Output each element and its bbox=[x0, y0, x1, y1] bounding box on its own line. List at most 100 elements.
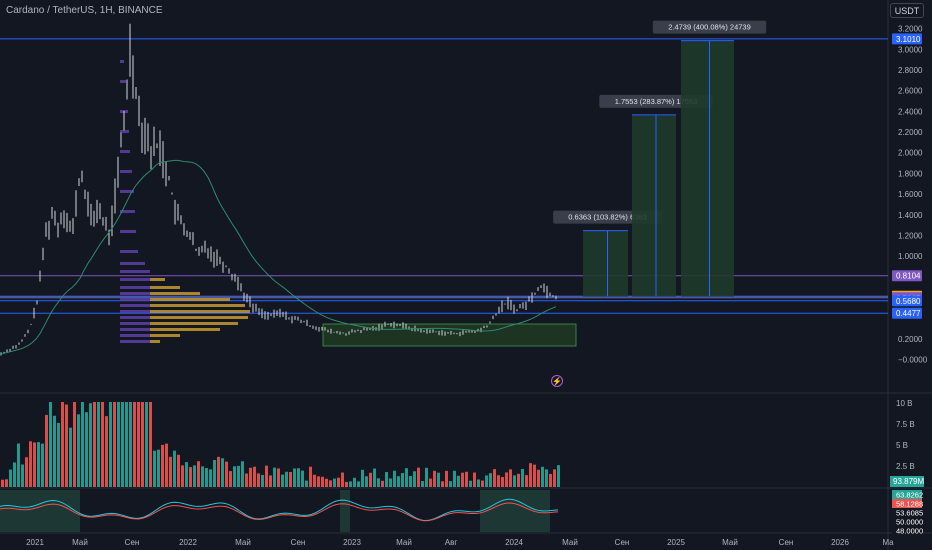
volume-bar bbox=[441, 481, 444, 487]
volume-bar bbox=[361, 469, 364, 487]
volume-bar bbox=[53, 415, 56, 487]
volume-profile-bar bbox=[150, 316, 248, 319]
volume-bar bbox=[161, 444, 164, 487]
volume-profile-bar bbox=[120, 278, 150, 281]
volume-bar bbox=[201, 466, 204, 487]
volume-badge-label: 93.879M bbox=[893, 477, 924, 486]
volume-bar bbox=[297, 468, 300, 487]
volume-bar bbox=[449, 481, 452, 487]
volume-bar bbox=[217, 456, 220, 487]
volume-profile-bar bbox=[150, 328, 220, 331]
volume-bar bbox=[117, 402, 120, 487]
time-tick: Ma bbox=[882, 538, 894, 547]
volume-bar bbox=[81, 402, 84, 487]
oscillator-badge-label: 63.8262 bbox=[896, 491, 923, 500]
volume-bar bbox=[337, 477, 340, 487]
volume-profile-bar bbox=[120, 230, 136, 233]
volume-bar bbox=[529, 463, 532, 487]
price-tick: 2.0000 bbox=[898, 149, 923, 158]
volume-tick: 7.5 B bbox=[896, 420, 915, 429]
time-tick: Май bbox=[722, 538, 738, 547]
volume-bar bbox=[5, 479, 8, 487]
lightning-icon[interactable]: ⚡ bbox=[551, 375, 563, 387]
volume-bar bbox=[541, 466, 544, 487]
volume-bar bbox=[89, 403, 92, 487]
chart-canvas[interactable]: 0.6363 (103.82%) 63631.7553 (283.87%) 17… bbox=[0, 0, 932, 550]
volume-bar bbox=[249, 467, 252, 487]
volume-profile-bar bbox=[150, 322, 238, 325]
price-badge-label: 0.4477 bbox=[896, 309, 921, 318]
volume-bar bbox=[93, 402, 96, 487]
volume-bar bbox=[281, 474, 284, 487]
volume-profile-bar bbox=[150, 278, 165, 281]
volume-profile-bar bbox=[150, 304, 245, 307]
volume-bar bbox=[313, 474, 316, 487]
price-tick: 1.6000 bbox=[898, 190, 923, 199]
volume-bar bbox=[157, 449, 160, 487]
volume-profile-bar bbox=[120, 286, 150, 289]
volume-bar bbox=[29, 441, 32, 487]
volume-bar bbox=[389, 478, 392, 487]
volume-bar bbox=[77, 414, 80, 487]
volume-bar bbox=[497, 475, 500, 487]
volume-bar bbox=[245, 473, 248, 487]
volume-bar bbox=[549, 473, 552, 487]
volume-bar bbox=[481, 480, 484, 487]
volume-bar bbox=[305, 480, 308, 487]
volume-bar bbox=[17, 443, 20, 487]
volume-bar bbox=[469, 480, 472, 487]
volume-bar bbox=[489, 473, 492, 487]
volume-bar bbox=[533, 464, 536, 487]
price-tick: 3.2000 bbox=[898, 25, 923, 34]
volume-bar bbox=[293, 468, 296, 487]
price-tick: 2.2000 bbox=[898, 128, 923, 137]
volume-tick: 10 B bbox=[896, 399, 912, 408]
volume-bar bbox=[397, 476, 400, 487]
volume-bar bbox=[433, 470, 436, 487]
volume-bar bbox=[349, 481, 352, 487]
price-tick: 1.2000 bbox=[898, 231, 923, 240]
oscillator-badge-label: 58.1288 bbox=[896, 500, 923, 509]
oscillator-zone bbox=[0, 490, 30, 532]
volume-bar bbox=[121, 402, 124, 487]
volume-profile-bar bbox=[150, 292, 200, 295]
volume-bar bbox=[129, 402, 132, 487]
volume-bar bbox=[473, 472, 476, 487]
time-tick: 2023 bbox=[343, 538, 361, 547]
volume-bar bbox=[557, 465, 560, 487]
volume-bar bbox=[365, 476, 368, 487]
volume-bar bbox=[517, 473, 520, 487]
volume-bar bbox=[73, 402, 76, 487]
volume-bar bbox=[301, 470, 304, 487]
volume-bar bbox=[453, 470, 456, 487]
volume-bar bbox=[205, 467, 208, 487]
range-box bbox=[322, 323, 577, 347]
time-tick: 2024 bbox=[505, 538, 523, 547]
price-tick: 0.2000 bbox=[898, 335, 923, 344]
currency-button[interactable]: USDT bbox=[890, 3, 924, 18]
volume-profile-bar bbox=[120, 262, 145, 265]
volume-bar bbox=[393, 470, 396, 487]
volume-bar bbox=[45, 414, 48, 487]
volume-profile-bar bbox=[120, 328, 150, 331]
target-box bbox=[681, 40, 734, 297]
volume-bar bbox=[13, 462, 16, 487]
volume-bar bbox=[113, 402, 116, 487]
volume-bar bbox=[485, 475, 488, 487]
time-tick: 2022 bbox=[179, 538, 197, 547]
volume-bar bbox=[1, 479, 4, 487]
volume-bar bbox=[505, 472, 508, 487]
volume-profile-bar bbox=[120, 298, 150, 301]
volume-bar bbox=[181, 465, 184, 487]
volume-bar bbox=[61, 402, 64, 487]
volume-profile-bar bbox=[150, 310, 250, 313]
volume-bar bbox=[273, 467, 276, 487]
volume-bar bbox=[25, 457, 28, 487]
volume-bar bbox=[165, 443, 168, 487]
time-tick: 2026 bbox=[831, 538, 849, 547]
price-badge-label: 0.8104 bbox=[896, 272, 921, 281]
volume-bar bbox=[553, 469, 556, 487]
volume-bar bbox=[345, 481, 348, 487]
oscillator-badge-label: 48.0000 bbox=[896, 527, 923, 536]
volume-bar bbox=[69, 427, 72, 487]
